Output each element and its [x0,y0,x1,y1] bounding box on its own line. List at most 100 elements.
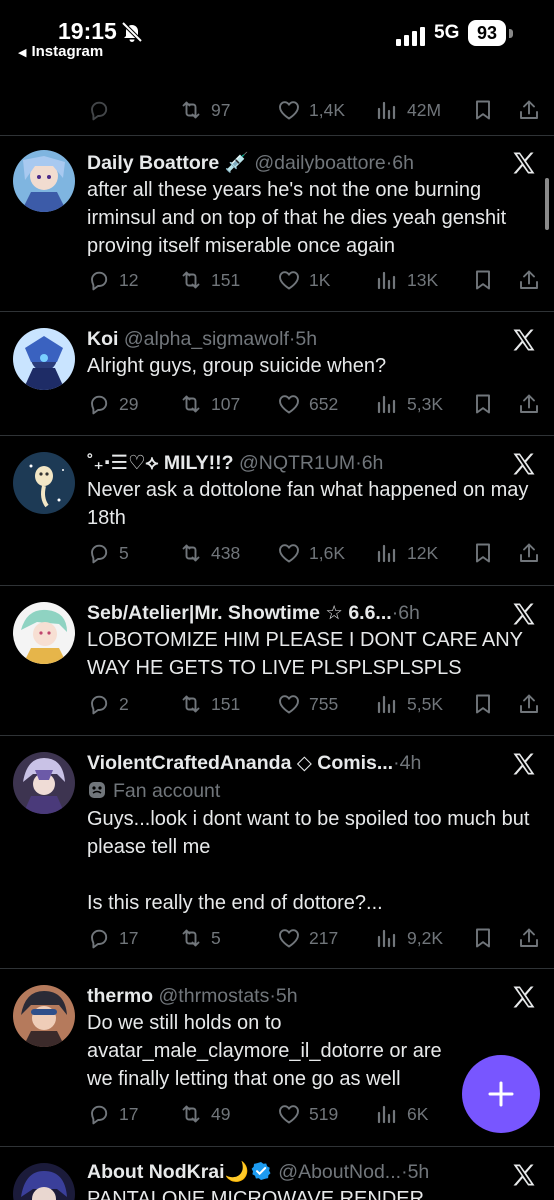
reply-button[interactable]: 5 [87,535,129,571]
author-name[interactable]: ViolentCraftedAnanda ◇ Comis... [87,752,393,774]
views-count: 6K [407,1103,429,1124]
views-button[interactable]: 5,3K [375,386,443,422]
tweet-text: Guys...look i dont want to be spoiled to… [87,808,530,914]
retweet-button[interactable]: 151 [179,686,240,722]
reply-button[interactable]: 29 [87,386,138,422]
tweet-age[interactable]: 6h [362,452,384,474]
x-logo-icon [510,450,538,478]
avatar[interactable] [13,452,75,514]
like-count: 1K [309,269,331,290]
views-count: 42M [407,99,442,120]
author-name[interactable]: About NodKrai🌙 [87,1161,249,1183]
tweet-age[interactable]: 5h [276,985,298,1007]
reply-button[interactable]: 2 [87,686,129,722]
avatar[interactable] [13,1163,75,1200]
share-button[interactable] [517,920,541,956]
tweet-item[interactable]: ViolentCraftedAnanda ◇ Comis...·4h Fan a… [0,736,554,969]
tweet-item[interactable]: Koi @alpha_sigmawolf·5h Alright guys, gr… [0,312,554,436]
views-button[interactable]: 42M [375,92,441,128]
author-handle[interactable]: @alpha_sigmawolf [124,328,289,350]
retweet-button[interactable]: 97 [179,92,230,128]
bookmark-button[interactable] [471,535,495,571]
back-to-instagram-link[interactable]: ◀ Instagram [18,43,103,60]
bookmark-icon [471,98,495,122]
reply-count: 29 [119,393,139,414]
tweet-header: thermo @thrmostats·5h [87,981,502,1011]
reply-count: 5 [119,542,129,563]
bookmark-button[interactable] [471,262,495,298]
tweet-item[interactable]: Seb/Atelier|Mr. Showtime ☆ 6.6...·6h LOB… [0,586,554,736]
like-icon [277,1102,301,1126]
avatar[interactable] [13,150,75,212]
like-count: 519 [309,1103,339,1124]
tweet-age[interactable]: 6h [398,602,420,624]
bookmark-icon [471,268,495,292]
views-button[interactable]: 6K [375,1096,428,1132]
bookmark-button[interactable] [471,920,495,956]
share-icon [517,692,541,716]
author-name[interactable]: Seb/Atelier|Mr. Showtime ☆ 6.6... [87,602,392,624]
share-button[interactable] [517,535,541,571]
compose-button[interactable] [462,1055,540,1133]
tweet-header: ˚₊‧☰♡⟡ MILY!!? @NQTR1UM·6h [87,448,502,478]
avatar[interactable] [13,752,75,814]
like-button[interactable]: 1K [277,262,330,298]
retweet-button[interactable]: 107 [179,386,240,422]
like-button[interactable]: 652 [277,386,338,422]
author-name[interactable]: ˚₊‧☰♡⟡ MILY!!? [87,452,234,474]
tweet-age[interactable]: 6h [392,152,414,174]
share-button[interactable] [517,686,541,722]
tweet-age[interactable]: 4h [400,752,422,774]
retweet-count: 107 [211,393,241,414]
author-handle[interactable]: @AboutNod... [278,1161,401,1183]
reply-button[interactable]: 17 [87,920,138,956]
views-button[interactable]: 13K [375,262,438,298]
like-button[interactable]: 1,6K [277,535,345,571]
author-handle[interactable]: @thrmostats [159,985,270,1007]
x-logo-icon [510,326,538,354]
share-icon [517,541,541,565]
share-button[interactable] [517,386,541,422]
retweet-button[interactable]: 49 [179,1096,230,1132]
bookmark-button[interactable] [471,92,495,128]
tweet-item[interactable]: thermo @thrmostats·5h Do we still holds … [0,969,554,1147]
views-icon [375,1102,399,1126]
author-name[interactable]: thermo [87,985,153,1007]
views-button[interactable]: 12K [375,535,438,571]
retweet-button[interactable]: 5 [179,920,221,956]
bookmark-button[interactable] [471,686,495,722]
reply-button[interactable]: 12 [87,262,138,298]
like-button[interactable]: 519 [277,1096,338,1132]
retweet-icon [179,392,203,416]
retweet-button[interactable]: 151 [179,262,240,298]
share-button[interactable] [517,262,541,298]
tweet-item[interactable]: About NodKrai🌙 @AboutNod...·5h PANTALONE… [0,1147,554,1200]
retweet-icon [179,268,203,292]
tweet-header: ViolentCraftedAnanda ◇ Comis...·4h [87,748,502,778]
like-button[interactable]: 1,4K [277,92,345,128]
like-button[interactable]: 755 [277,686,338,722]
author-name[interactable]: Koi [87,328,118,350]
x-logo-icon [510,750,538,778]
tweet-age[interactable]: 5h [408,1161,430,1183]
like-icon [277,926,301,950]
views-count: 5,5K [407,693,443,714]
retweet-button[interactable]: 438 [179,535,240,571]
views-button[interactable]: 9,2K [375,920,443,956]
tweet-item[interactable]: ˚₊‧☰♡⟡ MILY!!? @NQTR1UM·6h Never ask a d… [0,436,554,586]
reply-button[interactable] [87,92,119,128]
tweet-age[interactable]: 5h [295,328,317,350]
tweet-item[interactable]: Daily Boattore 💉 @dailyboattore·6h after… [0,136,554,312]
share-button[interactable] [517,92,541,128]
avatar[interactable] [13,985,75,1047]
author-handle[interactable]: @NQTR1UM [239,452,355,474]
avatar[interactable] [13,602,75,664]
like-button[interactable]: 217 [277,920,338,956]
author-name[interactable]: Daily Boattore 💉 [87,152,249,174]
bookmark-button[interactable] [471,386,495,422]
tweet-actions: 29 107 652 5,3K [87,386,547,422]
reply-button[interactable]: 17 [87,1096,138,1132]
views-button[interactable]: 5,5K [375,686,443,722]
avatar[interactable] [13,328,75,390]
author-handle[interactable]: @dailyboattore [254,152,385,174]
